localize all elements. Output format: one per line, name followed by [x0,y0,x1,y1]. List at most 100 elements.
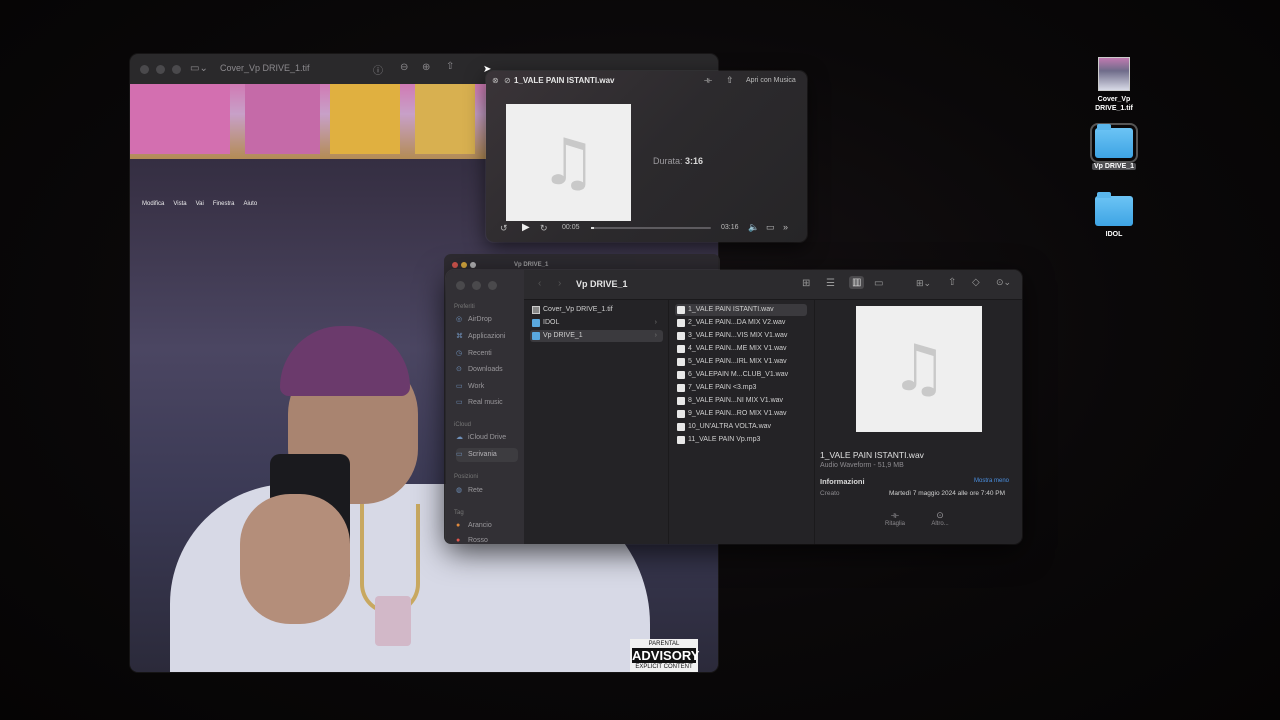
desktop-icon: ▭ [456,451,463,458]
sidebar-item-recents[interactable]: ◷ Recenti [456,347,518,361]
forward-icon[interactable]: › [558,278,561,289]
back-icon[interactable]: ‹ [538,278,541,289]
group-icon[interactable]: ⊞⌄ [916,278,931,289]
share-icon[interactable]: ⇧ [948,277,956,288]
player-controls: ↺ ▶ ↻ 00:05 03:16 🔈 ▭ » [496,219,801,237]
list-item[interactable]: Vp DRIVE_1 › [530,330,663,342]
progress-slider[interactable] [591,227,711,229]
item-label: 6_VALEPAIN M...CLUB_V1.wav [688,371,789,378]
created-value: Martedì 7 maggio 2024 alle ore 7:40 PM [889,490,1005,497]
close-icon[interactable]: ⊗ [492,76,499,85]
list-item[interactable]: 10_UN'ALTRA VOLTA.wav [675,421,771,433]
fullscreen-icon[interactable]: ⊘ [504,76,511,85]
sidebar-header-locations: Posizioni [454,474,479,480]
more-icon[interactable]: ⊙⌄ [996,277,1011,288]
airplay-icon[interactable]: ▭ [766,222,775,233]
sidebar-item-airdrop[interactable]: ◎ AirDrop [456,313,518,327]
close-button[interactable] [456,281,465,290]
skip-back-icon[interactable]: ↺ [500,223,508,234]
sidebar-item-downloads[interactable]: ⊙ Downloads [456,363,518,377]
zoom-in-icon[interactable]: ⊕ [422,62,430,73]
trim-button[interactable]: ⟛ Ritaglia [875,510,915,527]
minimize-button[interactable] [472,281,481,290]
item-label: Cover_Vp DRIVE_1.tif [543,306,613,313]
time-elapsed: 00:05 [562,224,580,231]
list-item[interactable]: 2_VALE PAIN...DA MIX V2.wav [675,317,785,329]
folder-icon: ▭ [456,399,463,406]
sidebar-item-label: Recenti [468,350,492,357]
info-icon[interactable]: ⓘ [373,62,383,77]
music-note-icon: ♫ [539,125,598,200]
list-item[interactable]: 5_VALE PAIN...IRL MIX V1.wav [675,356,787,368]
sidebar-item-tag-orange[interactable]: ● Arancio [456,519,518,533]
tag-icon[interactable]: ◇ [972,277,980,288]
more-button[interactable]: ⊙ Altro... [920,510,960,527]
share-icon[interactable]: ⇧ [726,75,734,86]
sidebar-item-desktop[interactable]: ▭ Scrivania [456,448,518,462]
globe-icon: ◍ [456,487,463,494]
desktop-icon-vp-drive[interactable]: Vp DRIVE_1 [1084,123,1144,171]
sidebar-item-icloud-drive[interactable]: ☁ iCloud Drive [456,431,518,445]
zoom-button[interactable] [172,65,181,74]
audio-file-icon [677,423,685,431]
trim-icon[interactable]: ⟛ [704,75,712,86]
list-item[interactable]: 1_VALE PAIN ISTANTI.wav [675,304,807,316]
sidebar-toggle-icon[interactable]: ▭⌄ [190,63,208,74]
sidebar-header-tags: Tag [454,510,464,516]
window-controls[interactable] [140,65,181,74]
desktop-icon-cover[interactable]: Cover_Vp DRIVE_1.tif [1084,57,1144,113]
close-button[interactable] [140,65,149,74]
list-item[interactable]: 4_VALE PAIN...ME MIX V1.wav [675,343,787,355]
desktop-icon-idol[interactable]: IDOL [1084,192,1144,239]
item-label: 9_VALE PAIN...RO MIX V1.wav [688,410,787,417]
list-item[interactable]: 6_VALEPAIN M...CLUB_V1.wav [675,369,788,381]
cap [280,326,410,396]
share-icon[interactable]: ⇧ [446,61,454,72]
list-item[interactable]: IDOL › [530,317,663,329]
audio-file-icon [677,332,685,340]
sidebar-item-work[interactable]: ▭ Work [456,380,518,394]
audio-file-icon [677,436,685,444]
volume-icon[interactable]: 🔈 [748,222,759,233]
sidebar-item-label: Arancio [468,522,492,529]
gallery-view-icon[interactable]: ▭ [874,278,883,289]
sidebar-header-favorites: Preferiti [454,304,475,310]
fast-forward-icon[interactable]: » [783,222,788,232]
trim-icon: ⟛ [890,510,900,520]
sidebar-item-label: Scrivania [468,451,497,458]
minimize-button[interactable] [156,65,165,74]
item-label: 1_VALE PAIN ISTANTI.wav [688,306,774,313]
zoom-button[interactable] [488,281,497,290]
finder-toolbar: ‹ › Vp DRIVE_1 ⊞ ☰ ▥ ▭ ⊞⌄ ⇧ ◇ ⊙⌄ ⌕ [524,270,1022,300]
list-item[interactable]: 3_VALE PAIN...VIS MIX V1.wav [675,330,787,342]
play-icon[interactable]: ▶ [522,222,530,233]
list-item[interactable]: 9_VALE PAIN...RO MIX V1.wav [675,408,787,420]
skip-forward-icon[interactable]: ↻ [540,223,548,234]
audio-file-icon [677,358,685,366]
icon-view-icon[interactable]: ⊞ [802,278,810,289]
list-item[interactable]: 8_VALE PAIN...NI MIX V1.wav [675,395,783,407]
item-label: 10_UN'ALTRA VOLTA.wav [688,423,772,430]
photo-menubar: Modifica Vista Vai Finestra Aiuto [130,201,257,207]
finder-sidebar: Preferiti ◎ AirDrop ⌘ Applicazioni ◷ Recent… [446,270,524,544]
progress-fill [591,227,595,229]
window-pane [245,84,320,154]
sidebar-item-label: Applicazioni [468,333,506,340]
hand [240,494,350,624]
window-controls[interactable] [456,281,497,290]
column-view-icon[interactable]: ▥ [849,276,865,289]
sidebar-item-real-music[interactable]: ▭ Real music [456,396,518,410]
close-button [452,262,458,268]
sidebar-item-apps[interactable]: ⌘ Applicazioni [456,330,518,344]
preview-file-name: 1_VALE PAIN ISTANTI.wav [820,450,924,460]
list-item[interactable]: Cover_Vp DRIVE_1.tif [530,304,663,316]
zoom-out-icon[interactable]: ⊖ [400,62,408,73]
show-less-link[interactable]: Mostra meno [974,478,1009,484]
sidebar-item-network[interactable]: ◍ Rete [456,484,518,498]
chevron-right-icon: › [654,319,657,326]
list-item[interactable]: 7_VALE PAIN <3.mp3 [675,382,756,394]
list-item[interactable]: 11_VALE PAIN Vp.mp3 [675,434,760,446]
open-with-button[interactable]: Apri con Musica [746,77,796,84]
sidebar-item-tag-red[interactable]: ● Rosso [456,534,518,544]
list-view-icon[interactable]: ☰ [826,278,835,289]
